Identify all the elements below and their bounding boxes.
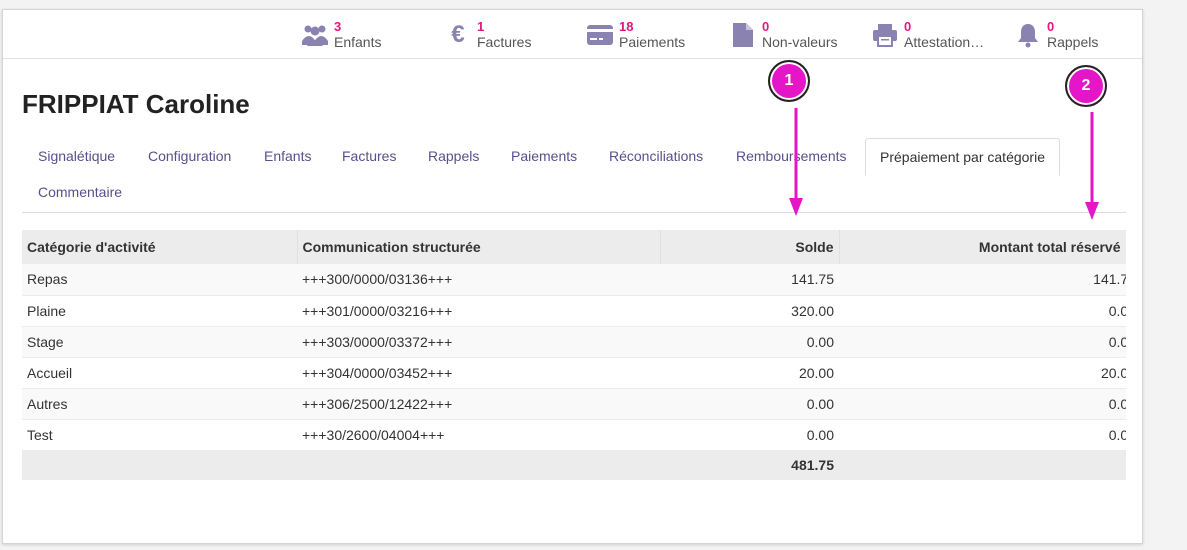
total-solde: 481.75 — [660, 450, 839, 480]
tab-paiements[interactable]: Paiements — [497, 138, 591, 175]
stat-enfants[interactable]: 3 Enfants — [301, 10, 381, 59]
cell-communication: +++306/2500/12422+++ — [297, 388, 660, 420]
tab-rappels[interactable]: Rappels — [414, 138, 493, 175]
cell-reserve: 0.00 — [839, 419, 1126, 451]
stat-label: Enfants — [334, 34, 382, 50]
page-title: FRIPPIAT Caroline — [22, 89, 250, 119]
cell-categorie: Accueil — [22, 357, 297, 389]
table-row: Repas +++300/0000/03136+++ 141.75 141.75 — [22, 264, 1126, 296]
cell-categorie: Stage — [22, 326, 297, 358]
table-header-row: Catégorie d'activité Communication struc… — [22, 230, 1126, 264]
column-header-communication[interactable]: Communication structurée — [297, 230, 661, 264]
column-header-solde[interactable]: Solde — [660, 230, 840, 264]
stat-label: Paiements — [619, 34, 686, 50]
app-window: 3 Enfants € 1 Factures 18 Paiements 0 No… — [2, 9, 1143, 544]
cell-solde: 0.00 — [660, 388, 839, 420]
cell-reserve: 0.00 — [839, 326, 1126, 358]
annotation-arrow-2 — [1085, 112, 1099, 220]
cell-solde: 0.00 — [660, 326, 839, 358]
document-icon — [729, 21, 757, 49]
cell-communication: +++304/0000/03452+++ — [297, 357, 660, 389]
table-total-row: 481.75 — [22, 450, 1126, 480]
cell-communication: +++300/0000/03136+++ — [297, 264, 660, 296]
prepaiement-table: Catégorie d'activité Communication struc… — [22, 230, 1126, 480]
cell-reserve: 0.00 — [839, 295, 1126, 327]
tab-prepaiement-par-categorie[interactable]: Prépaiement par catégorie — [865, 138, 1060, 176]
cell-reserve: 20.00 — [839, 357, 1126, 389]
total-empty-cell — [22, 450, 297, 480]
tab-factures[interactable]: Factures — [328, 138, 410, 175]
column-header-categorie[interactable]: Catégorie d'activité — [22, 230, 298, 264]
stat-label: Rappels — [1047, 34, 1099, 50]
stat-factures[interactable]: € 1 Factures — [444, 10, 531, 59]
stat-count: 0 — [1047, 19, 1055, 34]
stat-count: 3 — [334, 19, 342, 34]
annotation-badge-1: 1 — [768, 60, 810, 102]
printer-icon — [871, 21, 899, 49]
column-header-montant-reserve[interactable]: Montant total réservé — [839, 230, 1126, 264]
stat-count: 0 — [762, 19, 770, 34]
cell-solde: 141.75 — [660, 264, 839, 296]
total-empty-cell — [839, 450, 1126, 480]
stat-label: Factures — [477, 34, 532, 50]
annotation-badge-2: 2 — [1065, 65, 1107, 107]
stat-rappels[interactable]: 0 Rappels — [1014, 10, 1098, 59]
users-icon — [301, 21, 329, 49]
table-row: Test +++30/2600/04004+++ 0.00 0.00 — [22, 419, 1126, 451]
tab-reconciliations[interactable]: Réconciliations — [595, 138, 717, 175]
prepaiement-table-container: Catégorie d'activité Communication struc… — [22, 230, 1126, 482]
stat-attestation[interactable]: 0 Attestation… — [871, 10, 984, 59]
cell-communication: +++30/2600/04004+++ — [297, 419, 660, 451]
table-row: Autres +++306/2500/12422+++ 0.00 0.00 — [22, 388, 1126, 420]
stat-label: Attestation… — [904, 34, 985, 50]
stat-paiements[interactable]: 18 Paiements — [586, 10, 685, 59]
stat-count: 18 — [619, 19, 634, 34]
stat-count: 0 — [904, 19, 912, 34]
cell-communication: +++301/0000/03216+++ — [297, 295, 660, 327]
credit-card-icon — [586, 21, 614, 49]
cell-categorie: Repas — [22, 264, 297, 296]
cell-communication: +++303/0000/03372+++ — [297, 326, 660, 358]
total-empty-cell — [297, 450, 660, 480]
tab-enfants[interactable]: Enfants — [250, 138, 325, 175]
cell-categorie: Test — [22, 419, 297, 451]
tab-bar: Signalétique Configuration Enfants Factu… — [22, 138, 1126, 213]
cell-categorie: Plaine — [22, 295, 297, 327]
stats-bar: 3 Enfants € 1 Factures 18 Paiements 0 No… — [3, 10, 1142, 59]
cell-solde: 320.00 — [660, 295, 839, 327]
tab-configuration[interactable]: Configuration — [134, 138, 245, 175]
tab-commentaire[interactable]: Commentaire — [24, 174, 136, 211]
stat-label: Non-valeurs — [762, 34, 838, 50]
stat-count: 1 — [477, 19, 485, 34]
bell-icon — [1014, 21, 1042, 49]
table-row: Stage +++303/0000/03372+++ 0.00 0.00 — [22, 326, 1126, 358]
table-row: Accueil +++304/0000/03452+++ 20.00 20.00 — [22, 357, 1126, 389]
cell-categorie: Autres — [22, 388, 297, 420]
stat-non-valeurs[interactable]: 0 Non-valeurs — [729, 10, 837, 59]
cell-solde: 20.00 — [660, 357, 839, 389]
tab-signaletique[interactable]: Signalétique — [24, 138, 129, 175]
table-row: Plaine +++301/0000/03216+++ 320.00 0.00 — [22, 295, 1126, 327]
cell-reserve: 0.00 — [839, 388, 1126, 420]
annotation-arrow-1 — [789, 108, 803, 216]
euro-icon: € — [451, 20, 465, 48]
cell-reserve: 141.75 — [839, 264, 1126, 296]
cell-solde: 0.00 — [660, 419, 839, 451]
